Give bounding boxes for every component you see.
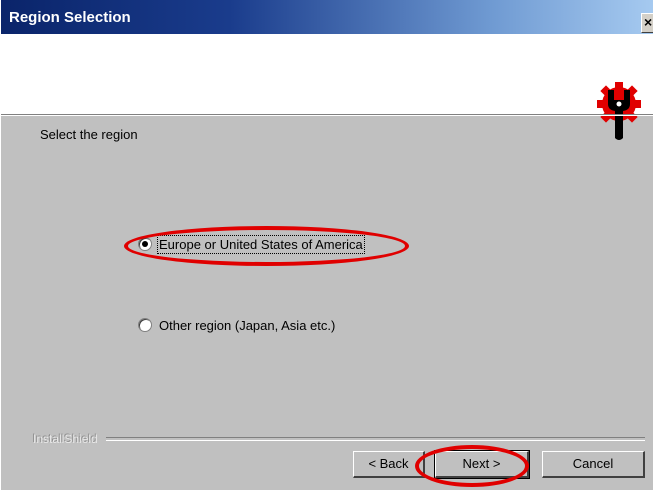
installshield-brand: InstallShield — [33, 432, 98, 446]
close-icon: × — [644, 14, 653, 30]
cancel-button[interactable]: Cancel — [542, 451, 645, 478]
region-prompt: Select the region — [40, 127, 138, 142]
window-title: Region Selection — [9, 9, 131, 26]
radio-unselected-icon[interactable] — [138, 318, 152, 332]
brand-divider — [105, 437, 645, 441]
installer-window: Region Selection × Select the region Eur… — [0, 0, 653, 490]
title-bar[interactable]: Region Selection × — [1, 0, 653, 34]
region-option-europe-usa[interactable]: Europe or United States of America — [138, 234, 365, 254]
header-panel — [1, 34, 653, 140]
radio-selected-icon[interactable] — [138, 237, 152, 251]
next-button[interactable]: Next > — [434, 450, 530, 479]
back-button[interactable]: < Back — [353, 451, 425, 478]
gear-wrench-icon — [597, 82, 641, 140]
close-button[interactable]: × — [641, 13, 653, 33]
installshield-brand-line: InstallShield — [33, 432, 645, 446]
header-divider — [1, 114, 653, 116]
region-option-label: Other region (Japan, Asia etc.) — [159, 317, 336, 333]
region-option-other[interactable]: Other region (Japan, Asia etc.) — [138, 316, 335, 334]
region-option-label: Europe or United States of America — [157, 234, 365, 254]
